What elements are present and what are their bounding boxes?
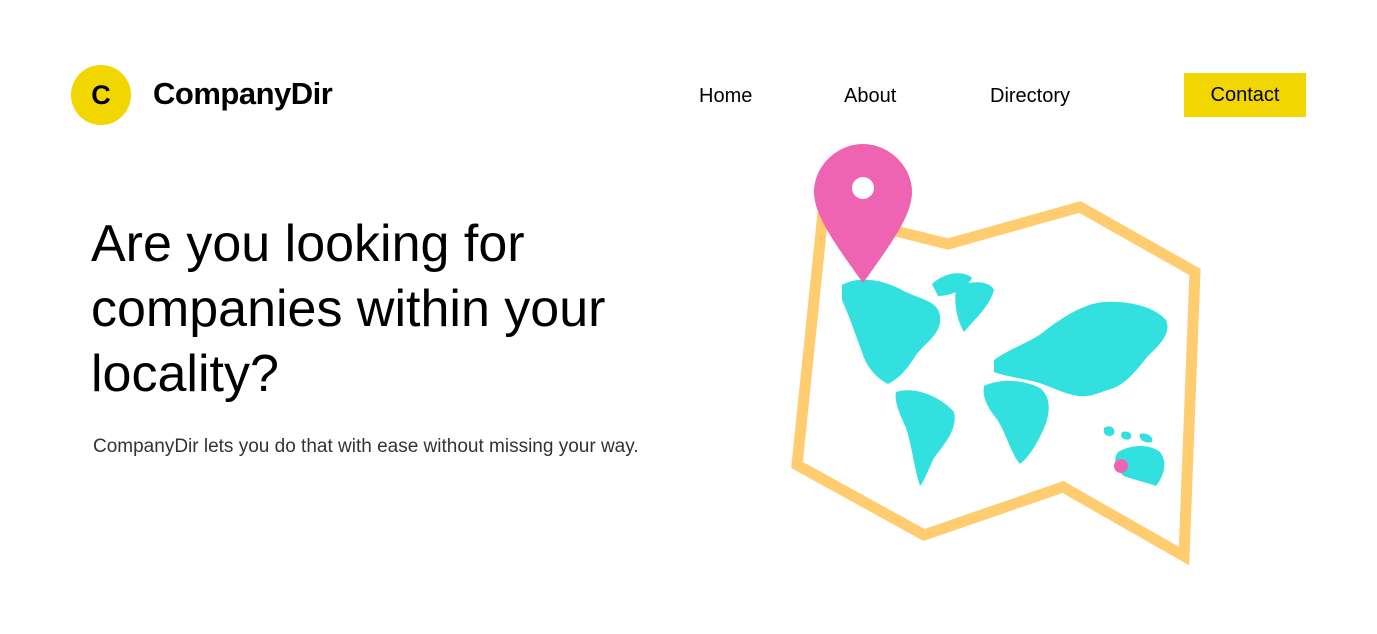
location-dot — [1114, 459, 1128, 473]
world-map-illustration — [791, 144, 1201, 566]
nav-directory-link[interactable]: Directory — [990, 85, 1070, 108]
south-america-shape — [895, 390, 955, 486]
brand-name[interactable]: CompanyDir — [153, 76, 333, 112]
nav-home-link[interactable]: Home — [699, 85, 752, 108]
north-america-shape — [842, 279, 941, 384]
contact-button[interactable]: Contact — [1184, 73, 1306, 117]
island-shape — [1139, 433, 1153, 443]
hero-subtitle: CompanyDir lets you do that with ease wi… — [93, 436, 639, 457]
logo-icon[interactable]: C — [71, 65, 131, 125]
continents — [842, 273, 1168, 486]
island-shape — [1103, 426, 1115, 436]
arctic-island-shape — [955, 282, 994, 332]
location-pin-icon — [814, 144, 912, 283]
nav-about-link[interactable]: About — [844, 85, 896, 108]
island-shape — [1121, 431, 1132, 440]
africa-shape — [983, 380, 1049, 464]
hero-title: Are you looking for companies within you… — [91, 215, 606, 403]
